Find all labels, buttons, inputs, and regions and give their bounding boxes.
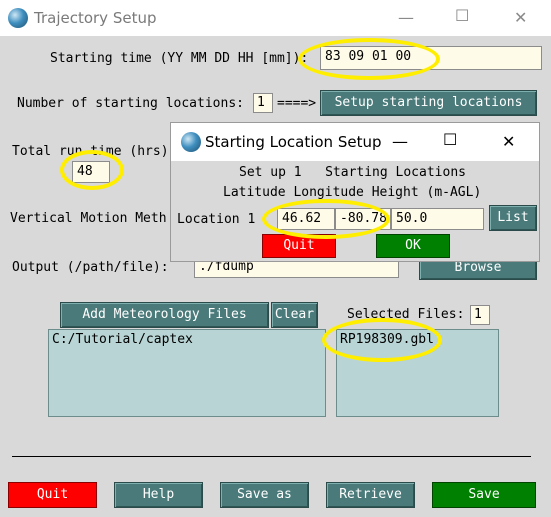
clear-button[interactable]: Clear [271, 302, 318, 328]
dialog-minimize-icon[interactable]: — [392, 132, 408, 151]
location-row-label: Location 1 [177, 212, 256, 227]
selected-file-item[interactable]: RP198309.gbl [340, 332, 434, 347]
run-time-label: Total run time (hrs) [12, 144, 169, 159]
setup-locations-button[interactable]: Setup starting locations [320, 90, 537, 116]
latitude-input[interactable]: 46.62 [277, 208, 335, 230]
dialog-quit-button[interactable]: Quit [262, 234, 336, 258]
title-bar: Trajectory Setup — ☐ ✕ [0, 0, 551, 36]
location-setup-dialog: Starting Location Setup — ☐ ✕ Set up 1 S… [170, 122, 540, 262]
save-as-button[interactable]: Save as [220, 482, 309, 508]
retrieve-button[interactable]: Retrieve [326, 482, 415, 508]
dialog-title: Starting Location Setup [205, 133, 382, 151]
selected-files-label: Selected Files: [347, 307, 465, 322]
help-button[interactable]: Help [114, 482, 203, 508]
add-meteorology-button[interactable]: Add Meteorology Files [60, 302, 269, 328]
start-time-label: Starting time (YY MM DD HH [mm]): [50, 51, 309, 66]
dialog-ok-button[interactable]: OK [376, 234, 450, 258]
longitude-input[interactable]: -80.78 [335, 208, 391, 230]
arrow-label: ====> [277, 96, 317, 111]
height-input[interactable]: 50.0 [391, 208, 484, 230]
save-button[interactable]: Save [432, 482, 536, 508]
selected-count: 1 [470, 305, 490, 325]
separator [12, 456, 531, 457]
num-locations-label: Number of starting locations: [17, 96, 244, 111]
maximize-icon[interactable]: ☐ [455, 6, 469, 25]
num-locations-input[interactable]: 1 [253, 93, 273, 113]
quit-button[interactable]: Quit [8, 482, 97, 508]
dialog-globe-icon [181, 132, 201, 152]
dialog-maximize-icon[interactable]: ☐ [443, 130, 457, 149]
minimize-icon[interactable]: — [398, 8, 414, 27]
dialog-columns: Latitude Longitude Height (m-AGL) [223, 185, 482, 200]
dialog-title-bar: Starting Location Setup — ☐ ✕ [171, 123, 539, 161]
list-button[interactable]: List [489, 205, 537, 231]
window-title: Trajectory Setup [34, 9, 157, 27]
dialog-header: Set up 1 Starting Locations [239, 165, 466, 180]
run-time-input[interactable]: 48 [72, 161, 110, 183]
vertical-motion-label: Vertical Motion Meth [10, 211, 167, 226]
directory-listbox[interactable]: C:/Tutorial/captex [48, 329, 326, 417]
app-globe-icon [8, 8, 28, 28]
start-time-input[interactable]: 83 09 01 00 [320, 46, 542, 70]
dialog-close-icon[interactable]: ✕ [502, 132, 515, 151]
close-icon[interactable]: ✕ [514, 8, 527, 27]
output-label: Output (/path/file): [12, 260, 169, 275]
directory-item[interactable]: C:/Tutorial/captex [52, 332, 193, 347]
selected-files-listbox[interactable]: RP198309.gbl [336, 329, 499, 417]
